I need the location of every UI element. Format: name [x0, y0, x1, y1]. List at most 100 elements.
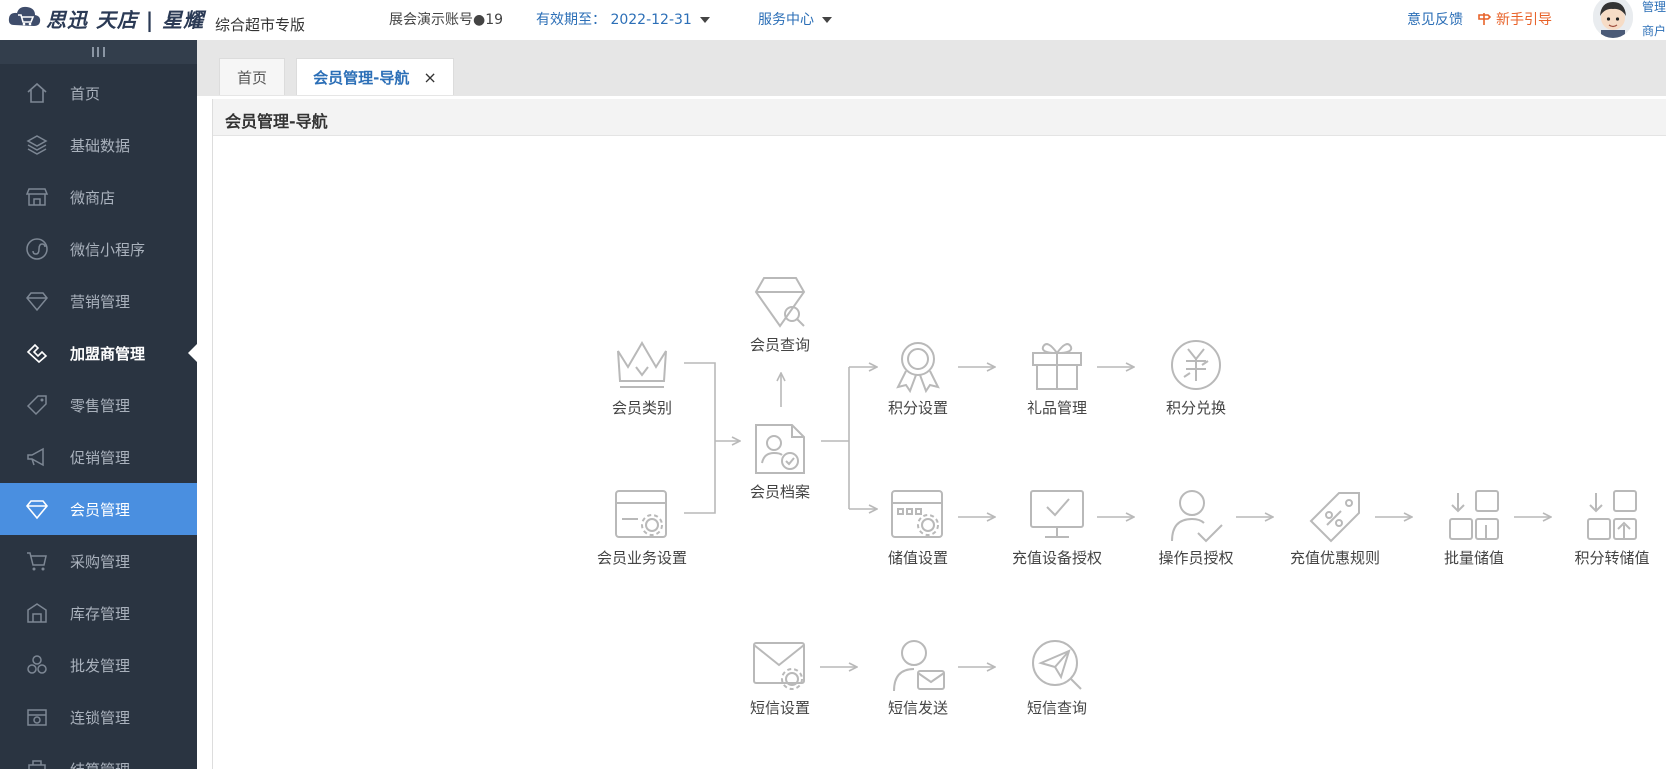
- node-points-exchange[interactable]: 积分兑换: [1141, 337, 1251, 418]
- node-sms-send[interactable]: 短信发送: [863, 637, 973, 718]
- logo-text: 思迅 天店 | 星耀: [46, 7, 205, 32]
- node-operator-auth[interactable]: 操作员授权: [1141, 487, 1251, 568]
- node-label: 会员业务设置: [596, 549, 687, 567]
- node-batch-stored-value[interactable]: 批量储值: [1419, 487, 1529, 568]
- tab-label: 会员管理-导航: [313, 68, 410, 87]
- current-pointer-icon: [188, 344, 197, 362]
- tab-member-navigation[interactable]: 会员管理-导航 ×: [296, 58, 454, 95]
- node-points-settings[interactable]: 积分设置: [863, 337, 973, 418]
- node-label: 积分兑换: [1165, 399, 1226, 417]
- sidebar-item-marketing[interactable]: 营销管理: [0, 275, 197, 327]
- node-label: 充值优惠规则: [1289, 549, 1380, 567]
- sidebar-item-label: 采购管理: [70, 552, 131, 571]
- node-recharge-device-auth[interactable]: 充值设备授权: [1002, 487, 1112, 568]
- beginner-guide-label: 新手引导: [1496, 12, 1552, 28]
- close-icon[interactable]: ×: [423, 68, 436, 87]
- sidebar-item-label: 加盟商管理: [70, 344, 146, 363]
- exchange-coin-icon: [1171, 340, 1221, 390]
- sidebar-item-promotion[interactable]: 促销管理: [0, 431, 197, 483]
- sidebar-item-label: 会员管理: [70, 500, 131, 519]
- node-sms-settings[interactable]: 短信设置: [725, 637, 835, 718]
- caret-down-icon: [699, 17, 710, 23]
- account-name: 展会演示账号●19: [389, 12, 504, 28]
- top-bar: 思迅 天店 | 星耀 综合超市专版 展会演示账号●19 有效期至： 2022-1…: [0, 0, 1666, 40]
- node-label: 充值设备授权: [1011, 549, 1102, 567]
- expiry-dropdown[interactable]: 有效期至： 2022-12-31: [536, 9, 710, 29]
- settings-window-icon: [615, 490, 667, 538]
- sidebar-item-purchase[interactable]: 采购管理: [0, 535, 197, 587]
- node-label: 会员档案: [749, 483, 810, 501]
- sidebar-item-label: 连锁管理: [70, 708, 131, 727]
- edition-label: 综合超市专版: [215, 16, 306, 34]
- sidebar-item-label: 基础数据: [70, 136, 131, 155]
- crown-icon: [617, 341, 667, 388]
- node-label: 短信设置: [749, 699, 810, 717]
- user-mail-icon: [893, 640, 945, 692]
- sidebar-item-label: 零售管理: [70, 396, 131, 415]
- settlement-icon: [24, 756, 50, 769]
- node-label: 积分设置: [887, 399, 948, 417]
- tab-bar: 首页 会员管理-导航 ×: [197, 40, 1666, 96]
- node-sms-query[interactable]: 短信查询: [1002, 637, 1112, 718]
- logo[interactable]: 思迅 天店 | 星耀: [8, 4, 204, 32]
- sidebar-item-label: 微商店: [70, 188, 116, 207]
- award-badge-icon: [896, 342, 940, 393]
- node-label: 储值设置: [887, 549, 948, 567]
- sidebar-item-label: 批发管理: [70, 656, 131, 675]
- node-label: 批量储值: [1443, 549, 1504, 567]
- grip-icon: [92, 47, 105, 57]
- diamond-icon: [24, 496, 50, 522]
- card-settings-icon: [891, 490, 943, 538]
- user-check-icon: [1171, 490, 1223, 543]
- expiry-text: 有效期至： 2022-12-31: [536, 12, 692, 28]
- node-stored-value-settings[interactable]: 储值设置: [863, 487, 973, 568]
- sidebar-item-label: 微信小程序: [70, 240, 146, 259]
- handshake-icon: [24, 340, 50, 366]
- user-avatar-icon: [1593, 0, 1633, 38]
- node-gift-management[interactable]: 礼品管理: [1002, 337, 1112, 418]
- batch-grid-icon: [1449, 490, 1499, 540]
- sidebar-collapse-handle[interactable]: [0, 40, 197, 64]
- node-member-query[interactable]: 会员查询: [725, 274, 835, 355]
- node-recharge-discount-rules[interactable]: 充值优惠规则: [1280, 487, 1390, 568]
- sidebar-item-basic-data[interactable]: 基础数据: [0, 119, 197, 171]
- diamond-search-icon: [754, 277, 806, 328]
- sidebar-item-settlement[interactable]: 结算管理: [0, 743, 197, 769]
- sidebar-item-retail[interactable]: 零售管理: [0, 379, 197, 431]
- tab-home[interactable]: 首页: [219, 58, 285, 95]
- gift-box-icon: [1032, 343, 1082, 390]
- beginner-guide-link[interactable]: 新手引导: [1477, 9, 1552, 29]
- sidebar-item-franchise[interactable]: 加盟商管理: [0, 327, 197, 379]
- node-label: 会员类别: [611, 399, 672, 417]
- node-member-archive[interactable]: 会员档案: [725, 421, 835, 502]
- content-panel: 会员管理-导航 会员类别 会员业务设置 会员查询 会员档案 积分设置 礼品管理 …: [212, 99, 1666, 769]
- sidebar-item-member[interactable]: 会员管理: [0, 483, 197, 535]
- node-label: 操作员授权: [1158, 549, 1234, 567]
- node-label: 会员查询: [749, 336, 810, 354]
- node-member-business-settings[interactable]: 会员业务设置: [587, 487, 697, 568]
- sidebar-item-wholesale[interactable]: 批发管理: [0, 639, 197, 691]
- layers-icon: [24, 132, 50, 158]
- node-points-to-stored-value[interactable]: 积分转储值: [1557, 487, 1666, 568]
- megaphone-icon: [24, 444, 50, 470]
- signpost-icon: [1478, 13, 1492, 25]
- caret-down-icon: [822, 17, 832, 23]
- discount-tag-icon: [1309, 492, 1360, 543]
- sidebar-item-micro-store[interactable]: 微商店: [0, 171, 197, 223]
- avatar[interactable]: [1593, 0, 1633, 38]
- sidebar-item-wechat-miniprogram[interactable]: 微信小程序: [0, 223, 197, 275]
- merchant-label: 商户: [1642, 24, 1666, 38]
- feedback-link[interactable]: 意见反馈: [1407, 9, 1463, 29]
- monitor-check-icon: [1030, 490, 1084, 538]
- service-center-dropdown[interactable]: 服务中心: [758, 9, 832, 29]
- sidebar-item-home[interactable]: 首页: [0, 67, 197, 119]
- node-label: 短信查询: [1026, 699, 1087, 717]
- node-member-category[interactable]: 会员类别: [587, 337, 697, 418]
- sidebar-item-chain[interactable]: 连锁管理: [0, 691, 197, 743]
- sidebar-item-inventory[interactable]: 库存管理: [0, 587, 197, 639]
- diamond-icon: [24, 288, 50, 314]
- home-icon: [24, 80, 50, 106]
- store-icon: [24, 184, 50, 210]
- mail-settings-icon: [753, 642, 805, 690]
- sidebar-item-label: 促销管理: [70, 448, 131, 467]
